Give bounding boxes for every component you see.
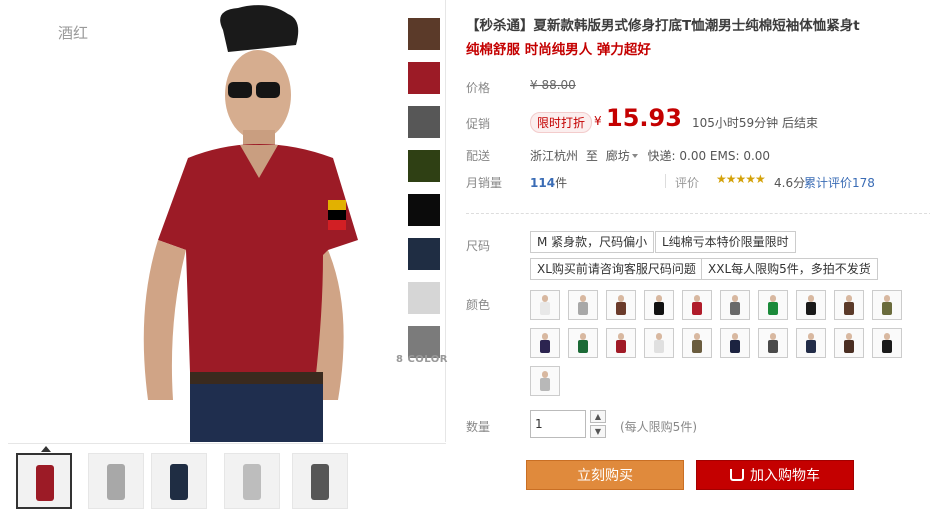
thumbnail[interactable]	[151, 453, 207, 509]
size-option-xl[interactable]: XL购买前请咨询客服尺码问题	[530, 258, 703, 280]
delivery-label: 配送	[466, 149, 491, 163]
shipping-fees: 快递: 0.00 EMS: 0.00	[647, 149, 771, 163]
reviews-link[interactable]: 累计评价178	[804, 174, 875, 191]
promo-label: 促销	[466, 117, 491, 131]
quantity-label: 数量	[466, 420, 491, 434]
ship-to-select[interactable]: 廊坊	[606, 149, 630, 163]
add-to-cart-button[interactable]: 加入购物车	[696, 460, 854, 490]
product-title: 【秒杀通】夏新款韩版男式修身打底T恤潮男士纯棉短袖体恤紧身t	[466, 18, 860, 34]
color-option[interactable]	[682, 290, 712, 320]
cart-icon	[730, 469, 744, 481]
color-option[interactable]	[872, 328, 902, 358]
swatch-light-gray[interactable]	[408, 282, 440, 314]
color-option[interactable]	[796, 290, 826, 320]
thumbnail[interactable]	[292, 453, 348, 509]
monthly-sales-value: 114	[530, 176, 556, 190]
color-option[interactable]	[834, 290, 864, 320]
model-figure	[143, 5, 358, 442]
promo-countdown: 105小时59分钟 后结束	[692, 116, 818, 130]
swatch-wine-red[interactable]	[408, 62, 440, 94]
product-subtitle: 纯棉舒服 时尚纯男人 弹力超好	[466, 42, 651, 58]
chevron-down-icon[interactable]	[631, 153, 638, 158]
current-price: 15.93	[606, 104, 682, 132]
main-product-image: 酒红	[8, 0, 446, 442]
quantity-limit-note: (每人限购5件)	[620, 420, 697, 434]
swatch-army-green[interactable]	[408, 150, 440, 182]
quantity-decrease-button[interactable]: ▼	[590, 425, 606, 438]
quantity-increase-button[interactable]: ▲	[590, 410, 606, 423]
size-label: 尺码	[466, 239, 491, 253]
thumbnail[interactable]	[224, 453, 280, 509]
monthly-sales-unit: 件	[555, 176, 568, 190]
color-option[interactable]	[530, 328, 560, 358]
color-option[interactable]	[758, 290, 788, 320]
star-rating-icon: ★★★★★	[716, 172, 766, 186]
quantity-input[interactable]	[530, 410, 586, 438]
color-label: 颜色	[466, 298, 491, 312]
color-option[interactable]	[758, 328, 788, 358]
section-divider	[466, 213, 930, 214]
original-price: ¥ 88.00	[530, 78, 576, 92]
color-option[interactable]	[530, 366, 560, 396]
color-option[interactable]	[606, 328, 636, 358]
swatch-dark-gray[interactable]	[408, 106, 440, 138]
thumbnail[interactable]	[88, 453, 144, 509]
color-option[interactable]	[530, 290, 560, 320]
color-option[interactable]	[872, 290, 902, 320]
active-thumb-indicator	[41, 446, 51, 452]
swatch-navy[interactable]	[408, 238, 440, 270]
color-option[interactable]	[720, 328, 750, 358]
size-option-l[interactable]: L纯棉亏本特价限量限时	[655, 231, 796, 253]
ship-from: 浙江杭州	[530, 149, 579, 163]
color-option[interactable]	[568, 328, 598, 358]
color-option[interactable]	[644, 290, 674, 320]
promo-tag: 限时打折	[530, 112, 593, 133]
monthly-sales-label: 月销量	[466, 176, 503, 190]
swatch-brown[interactable]	[408, 18, 440, 50]
swatch-black[interactable]	[408, 194, 440, 226]
size-option-m[interactable]: M 紧身款，尺码偏小	[530, 231, 655, 253]
currency-symbol: ¥	[594, 114, 602, 128]
color-option[interactable]	[834, 328, 864, 358]
divider	[665, 174, 666, 188]
image-color-caption: 酒红	[58, 24, 89, 42]
price-label: 价格	[466, 81, 491, 95]
color-swatch-strip	[408, 18, 442, 370]
ship-to-word: 至	[585, 149, 598, 163]
color-option[interactable]	[720, 290, 750, 320]
color-option[interactable]	[796, 328, 826, 358]
color-option[interactable]	[606, 290, 636, 320]
rating-value: 4.6分	[774, 176, 806, 190]
color-option[interactable]	[682, 328, 712, 358]
color-count-label: 8 COLOR	[396, 354, 448, 365]
color-option[interactable]	[644, 328, 674, 358]
buy-now-button[interactable]: 立刻购买	[526, 460, 684, 490]
delivery-info: 浙江杭州 至 廊坊 快递: 0.00 EMS: 0.00	[530, 147, 770, 164]
add-to-cart-label: 加入购物车	[750, 468, 820, 484]
thumbnail-strip	[8, 443, 446, 515]
rating-label: 评价	[675, 176, 700, 190]
thumbnail[interactable]	[16, 453, 72, 509]
size-option-xxl[interactable]: XXL每人限购5件，多拍不发货	[701, 258, 878, 280]
monthly-sales: 114件	[530, 174, 567, 191]
color-option[interactable]	[568, 290, 598, 320]
